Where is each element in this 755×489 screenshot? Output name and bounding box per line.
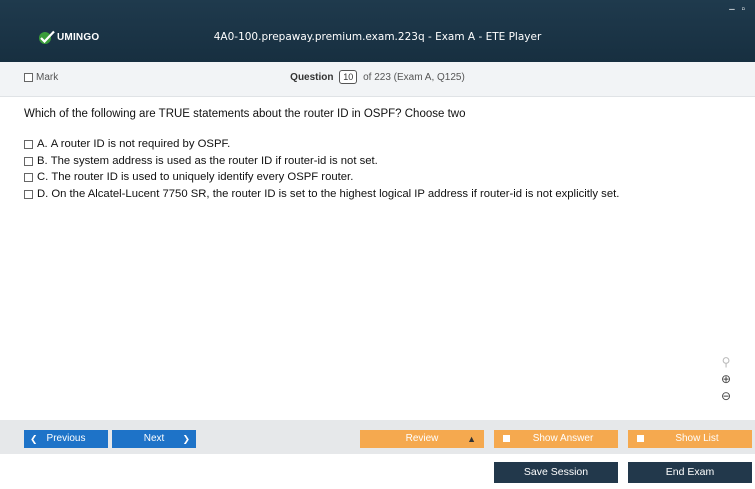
navigation-bar: ❮ Previous Next ❯ Review ▲ Show Answer S… bbox=[0, 420, 755, 454]
end-exam-button[interactable]: End Exam bbox=[628, 462, 752, 483]
option-letter: C. bbox=[37, 171, 49, 183]
option-text: A router ID is not required by OSPF. bbox=[50, 138, 231, 150]
checkbox-icon[interactable] bbox=[24, 173, 33, 182]
chevron-left-icon: ❮ bbox=[30, 434, 38, 444]
next-button[interactable]: Next ❯ bbox=[112, 430, 196, 448]
session-bar: Save Session End Exam bbox=[0, 454, 755, 489]
question-bar: Mark Question 10 of 223 (Exam A, Q125) bbox=[0, 62, 755, 97]
checkbox-icon[interactable] bbox=[24, 156, 33, 166]
title-bar: UMINGO 4A0-100.prepaway.premium.exam.223… bbox=[0, 0, 755, 62]
option-letter: D. bbox=[37, 187, 49, 200]
save-session-button[interactable]: Save Session bbox=[494, 462, 618, 483]
option-letter: B. bbox=[37, 154, 48, 167]
triangle-up-icon: ▲ bbox=[467, 434, 476, 444]
checkbox-icon[interactable] bbox=[24, 140, 33, 149]
checkbox-icon bbox=[637, 435, 644, 442]
window-title: 4A0-100.prepaway.premium.exam.223q - Exa… bbox=[213, 31, 542, 43]
option-text: The system address is used as the router… bbox=[50, 154, 378, 167]
option-text: The router ID is used to uniquely identi… bbox=[51, 171, 354, 183]
option-b[interactable]: B. The system address is used as the rou… bbox=[24, 154, 724, 169]
search-icon[interactable]: ⚲ bbox=[722, 354, 731, 371]
window-controls[interactable]: – ▫ bbox=[729, 4, 747, 15]
zoom-controls: ⚲ ⊕ ⊖ bbox=[717, 354, 735, 405]
option-letter: A. bbox=[37, 138, 48, 150]
question-counter-rest: of 223 (Exam A, Q125) bbox=[363, 72, 465, 83]
checkbox-icon bbox=[503, 435, 510, 442]
answer-options: A. A router ID is not required by OSPF. … bbox=[24, 137, 724, 203]
question-number-input[interactable]: 10 bbox=[339, 70, 358, 84]
option-c[interactable]: C. The router ID is used to uniquely ide… bbox=[24, 170, 724, 185]
zoom-out-icon[interactable]: ⊖ bbox=[721, 388, 731, 405]
option-text: On the Alcatel-Lucent 7750 SR, the route… bbox=[51, 187, 620, 200]
checkbox-icon[interactable] bbox=[24, 189, 33, 199]
previous-button[interactable]: ❮ Previous bbox=[24, 430, 108, 448]
option-a[interactable]: A. A router ID is not required by OSPF. bbox=[24, 137, 724, 152]
option-d[interactable]: D. On the Alcatel-Lucent 7750 SR, the ro… bbox=[24, 187, 724, 202]
chevron-right-icon: ❯ bbox=[182, 434, 190, 444]
zoom-in-icon[interactable]: ⊕ bbox=[721, 371, 731, 388]
question-label: Question bbox=[290, 72, 334, 83]
show-list-button[interactable]: Show List bbox=[628, 430, 752, 448]
show-answer-button[interactable]: Show Answer bbox=[494, 430, 618, 448]
question-counter: Question 10 of 223 (Exam A, Q125) bbox=[0, 70, 755, 84]
review-button[interactable]: Review ▲ bbox=[360, 430, 484, 448]
question-text: Which of the following are TRUE statemen… bbox=[24, 108, 466, 120]
